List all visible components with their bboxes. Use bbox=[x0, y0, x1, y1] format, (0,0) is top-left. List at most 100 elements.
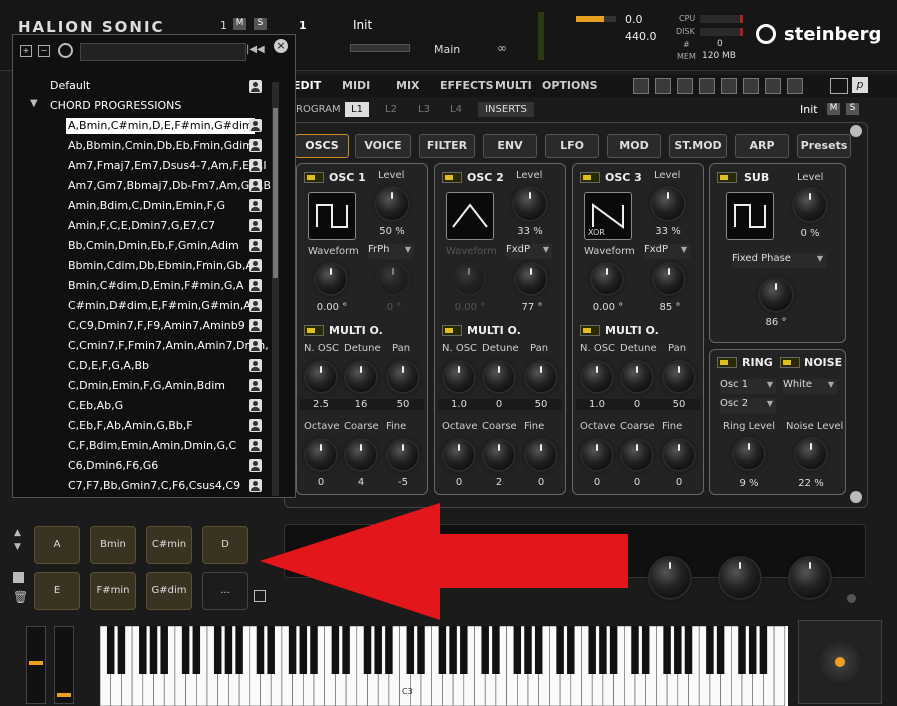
tune-param-knob[interactable] bbox=[388, 440, 418, 470]
black-key[interactable] bbox=[556, 626, 564, 674]
black-key[interactable] bbox=[235, 626, 243, 674]
black-key[interactable] bbox=[524, 626, 532, 674]
osc-toggle[interactable] bbox=[580, 172, 600, 183]
ring-source-2[interactable]: Osc 2 bbox=[720, 398, 776, 413]
tab-voice[interactable]: VOICE bbox=[355, 134, 411, 158]
osc-toggle[interactable] bbox=[442, 172, 462, 183]
list-item[interactable]: Amin,Bdim,C,Dmin,Emin,F,G bbox=[68, 198, 225, 214]
black-key[interactable] bbox=[363, 626, 372, 674]
tool-icon[interactable] bbox=[677, 78, 693, 94]
black-key[interactable] bbox=[449, 626, 457, 674]
multi-param-knob[interactable] bbox=[306, 362, 336, 392]
mod-wheel[interactable] bbox=[54, 626, 74, 704]
sub-toggle[interactable] bbox=[717, 172, 737, 183]
multi-osc-toggle[interactable] bbox=[304, 325, 324, 336]
list-item[interactable]: A,Bmin,C#min,D,E,F#min,G#dim bbox=[66, 118, 255, 134]
preset-user-icon[interactable] bbox=[249, 459, 262, 472]
tab-effects[interactable]: EFFECTS bbox=[440, 79, 494, 92]
xy-pad[interactable] bbox=[798, 620, 882, 704]
subtab-l4[interactable]: L4 bbox=[450, 104, 462, 115]
list-item[interactable]: C,F,Bdim,Emin,Amin,Dmin,G,C bbox=[68, 438, 236, 454]
list-item[interactable]: C,Dmin,Emin,F,G,Amin,Bdim bbox=[68, 378, 225, 394]
black-key[interactable] bbox=[267, 626, 275, 674]
black-key[interactable] bbox=[609, 626, 618, 674]
window-icon[interactable] bbox=[830, 78, 848, 94]
black-key[interactable] bbox=[224, 626, 233, 674]
preset-user-icon[interactable] bbox=[249, 419, 262, 432]
preset-user-icon[interactable] bbox=[249, 259, 262, 272]
multi-param-knob[interactable] bbox=[622, 362, 652, 392]
black-key[interactable] bbox=[310, 626, 318, 674]
tab-mix[interactable]: MIX bbox=[396, 79, 420, 92]
osc-waveform-knob[interactable] bbox=[454, 264, 484, 294]
pitch-wheel[interactable] bbox=[26, 626, 46, 704]
tab-mod[interactable]: MOD bbox=[607, 134, 661, 158]
sub-level-knob[interactable] bbox=[794, 189, 826, 221]
preset-user-icon[interactable] bbox=[249, 439, 262, 452]
preset-user-icon[interactable] bbox=[249, 479, 262, 492]
preset-user-icon[interactable] bbox=[249, 379, 262, 392]
black-key[interactable] bbox=[738, 626, 746, 674]
list-item[interactable]: C#min,D#dim,E,F#min,G#min,A,B bbox=[68, 298, 262, 314]
preset-user-icon[interactable] bbox=[249, 139, 262, 152]
tune-param-knob[interactable] bbox=[306, 440, 336, 470]
black-key[interactable] bbox=[160, 626, 168, 674]
subtab-l2[interactable]: L2 bbox=[385, 104, 397, 115]
noise-toggle[interactable] bbox=[780, 357, 800, 368]
collapse-icon[interactable]: − bbox=[38, 45, 50, 57]
black-key[interactable] bbox=[374, 626, 382, 674]
tab-presets[interactable]: Presets bbox=[797, 134, 851, 158]
list-item[interactable]: C,C9,Dmin7,F,F9,Amin7,Aminb9 bbox=[68, 318, 245, 334]
expand-icon[interactable]: + bbox=[20, 45, 32, 57]
chord-pad-d[interactable]: D bbox=[202, 526, 248, 564]
macro-knob-6[interactable] bbox=[720, 558, 760, 598]
list-item[interactable]: C7,F7,Bb,Gmin7,C,F6,Csus4,C9 bbox=[68, 478, 240, 494]
tab-env[interactable]: ENV bbox=[483, 134, 537, 158]
black-key[interactable] bbox=[139, 626, 147, 674]
tool-icon[interactable] bbox=[655, 78, 671, 94]
chord-pad-g-sharp-dim[interactable]: G#dim bbox=[146, 572, 192, 610]
preset-user-icon[interactable] bbox=[249, 279, 262, 292]
osc-waveform-knob[interactable] bbox=[592, 264, 622, 294]
preset-user-icon[interactable] bbox=[249, 179, 262, 192]
preset-user-icon[interactable] bbox=[249, 239, 262, 252]
black-key[interactable] bbox=[117, 626, 126, 674]
preset-mute[interactable]: M bbox=[827, 103, 840, 115]
list-item[interactable]: C,Cmin7,F,Fmin7,Amin,Amin7,Dmin, bbox=[68, 338, 269, 354]
preset-user-icon[interactable] bbox=[249, 199, 262, 212]
black-key[interactable] bbox=[385, 626, 393, 674]
tab-options[interactable]: OPTIONS bbox=[542, 79, 598, 92]
black-key[interactable] bbox=[759, 626, 768, 674]
tab-lfo[interactable]: LFO bbox=[545, 134, 599, 158]
list-item[interactable]: Bmin,C#dim,D,Emin,F#min,G,A bbox=[68, 278, 243, 294]
tune-param-knob[interactable] bbox=[444, 440, 474, 470]
black-key[interactable] bbox=[716, 626, 725, 674]
black-key[interactable] bbox=[567, 626, 575, 674]
black-key[interactable] bbox=[663, 626, 671, 674]
multi-osc-toggle[interactable] bbox=[580, 325, 600, 336]
list-item[interactable]: C,Eb,F,Ab,Amin,G,Bb,F bbox=[68, 418, 193, 434]
preset-user-icon[interactable] bbox=[249, 219, 262, 232]
multi-param-knob[interactable] bbox=[388, 362, 418, 392]
list-item[interactable]: C,D,E,F,G,A,Bb bbox=[68, 358, 149, 374]
osc-level-knob[interactable] bbox=[652, 188, 684, 220]
multi-param-knob[interactable] bbox=[582, 362, 612, 392]
tune-param-knob[interactable] bbox=[582, 440, 612, 470]
black-key[interactable] bbox=[513, 626, 522, 674]
preset-user-icon[interactable] bbox=[249, 299, 262, 312]
osc-level-knob[interactable] bbox=[376, 188, 408, 220]
list-item[interactable]: Ab,Bbmin,Cmin,Db,Eb,Fmin,Gdim bbox=[68, 138, 253, 154]
close-icon[interactable]: × bbox=[274, 39, 288, 53]
undo-icon[interactable] bbox=[765, 78, 781, 94]
tab-multi[interactable]: MULTI bbox=[495, 79, 532, 92]
chord-pad-e[interactable]: E bbox=[34, 572, 80, 610]
multi-param-knob[interactable] bbox=[346, 362, 376, 392]
sub-phase-mode[interactable]: Fixed Phase bbox=[732, 253, 826, 268]
move-down-icon[interactable]: ▼ bbox=[14, 542, 21, 552]
move-up-icon[interactable]: ▲ bbox=[14, 528, 21, 538]
close-panel-icon[interactable] bbox=[850, 491, 862, 503]
osc-phase-mode[interactable]: FxdP bbox=[506, 244, 552, 259]
trash-icon[interactable]: 🗑 bbox=[13, 590, 28, 604]
solo-button[interactable]: S bbox=[254, 18, 267, 30]
black-key[interactable] bbox=[106, 626, 115, 674]
